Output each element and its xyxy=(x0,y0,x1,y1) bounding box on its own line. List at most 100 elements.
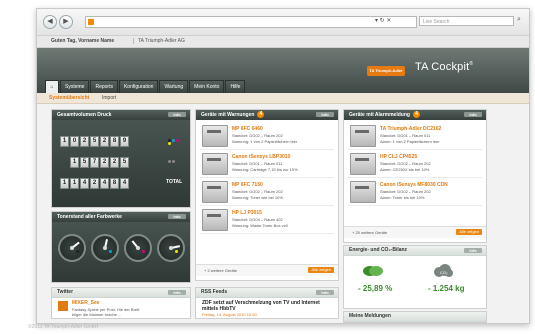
printer-image xyxy=(350,125,376,147)
forward-button[interactable]: ▶ xyxy=(59,15,73,29)
gauge-color-dot xyxy=(142,250,145,253)
panel-title: RSS Feeds xyxy=(201,289,228,295)
panel-info-button[interactable]: Info xyxy=(464,112,482,117)
warning-count-badge: 4 xyxy=(257,111,265,119)
counter-digit: 2 xyxy=(110,157,119,168)
copyright-text: ©2011 TA Triumph-Adler GmbH xyxy=(28,324,99,330)
show-all-button[interactable]: Alle zeigen xyxy=(456,229,482,235)
device-name[interactable]: TA Triumph-Adler DC2162 xyxy=(380,126,441,132)
rss-headline[interactable]: ZDF setzt auf Verschmelzung von TV und I… xyxy=(202,300,334,312)
device-item[interactable]: Canon iSensys MF8030 CDN Standort: DG02 … xyxy=(348,179,482,206)
device-status: Alarm: CE250X bis bei 10% xyxy=(380,167,430,172)
device-name[interactable]: Canon iSensys MF8030 CDN xyxy=(380,182,448,188)
counter-digit: 0 xyxy=(70,136,79,147)
device-name[interactable]: MP 6FC 6460 xyxy=(232,126,263,132)
panel-info-button[interactable]: Info xyxy=(168,290,186,295)
device-location: Standort: DG02 – Raum 202 xyxy=(380,189,431,194)
mono-channel-dots xyxy=(168,160,182,163)
counter-digit: 2 xyxy=(100,157,109,168)
device-location: Standort: DG02 – Raum 202 xyxy=(232,133,283,138)
counter-digit: 2 xyxy=(80,136,89,147)
tab-konfiguration[interactable]: Konfiguration xyxy=(118,80,159,93)
device-name[interactable]: MP 6FC 7150 xyxy=(232,182,263,188)
toner-gauge-yellow xyxy=(157,234,185,262)
device-item[interactable]: MP 6FC 7150 Standort: DG02 – Raum 202 Wa… xyxy=(200,179,334,206)
counter-digit: 2 xyxy=(100,136,109,147)
device-status: Warnung: Waste Toner Box voll xyxy=(232,223,288,228)
tab-hilfe[interactable]: Hilfe xyxy=(225,80,246,93)
search-icon[interactable]: ⌕ xyxy=(517,16,521,24)
tab-wartung[interactable]: Wartung xyxy=(159,80,189,93)
device-status: Warnung: 1 von 2 Papierfächern leer xyxy=(232,139,298,144)
counter-digit: 8 xyxy=(110,136,119,147)
back-button[interactable]: ◀ xyxy=(43,15,57,29)
device-name[interactable]: Canon iSensys LBP3010 xyxy=(232,154,290,160)
color-channel-dots xyxy=(168,139,182,145)
device-item[interactable]: TA Triumph-Adler DC2162 Standort: DG01 –… xyxy=(348,123,482,150)
alarms-panel: Geräte mit Alarmmeldung 4 Info TA Triumph-… xyxy=(343,109,487,243)
printer-image xyxy=(202,181,228,203)
toner-level-panel: Tonerstand aller Farbwerke Info xyxy=(51,211,191,283)
panel-info-button[interactable]: Info xyxy=(316,112,334,117)
tab-systeme[interactable]: Systeme xyxy=(60,80,90,93)
more-devices-text[interactable]: + 2 weitere Geräte xyxy=(204,268,237,273)
product-title: TA Cockpit® xyxy=(415,61,473,73)
browser-toolbar: ◀ ▶ ▾ ↻ ✕ Live Search ⌕ xyxy=(37,9,529,36)
color-dot xyxy=(176,139,179,142)
counter-digit: 7 xyxy=(90,157,99,168)
subnav-systemuebersicht[interactable]: Systemübersicht xyxy=(49,95,89,101)
tab-home[interactable]: ⌂ xyxy=(45,80,59,93)
tweet-author[interactable]: MIXER_See xyxy=(72,300,100,306)
product-name: TA Cockpit xyxy=(415,61,470,73)
device-name[interactable]: HP LJ P3015 xyxy=(232,210,262,216)
subnav-import[interactable]: Import xyxy=(102,95,116,101)
device-name[interactable]: HP CLJ CP4525 xyxy=(380,154,417,160)
panel-header: Geräte mit Warnungen 4 Info xyxy=(196,110,338,120)
device-status: Warnung: Toner wie bei 10% xyxy=(232,195,283,200)
tab-mein-konto[interactable]: Mein Konto xyxy=(189,80,225,93)
panel-info-button[interactable]: Info xyxy=(168,112,186,117)
print-volume-panel: Gesamtvolumen Druck Info 1 0 2 5 2 8 9 1 … xyxy=(51,109,191,208)
panel-info-button[interactable]: Info xyxy=(168,214,186,219)
search-input[interactable]: Live Search xyxy=(419,16,514,26)
refresh-stop-controls[interactable]: ▾ ↻ ✕ xyxy=(375,16,391,26)
panel-info-button[interactable]: Info xyxy=(316,290,334,295)
show-all-button[interactable]: Alle zeigen xyxy=(308,267,334,273)
gauge-cap xyxy=(136,246,140,250)
device-item[interactable]: HP LJ P3015 Standort: DG04 – Raum 402 Wa… xyxy=(200,207,334,234)
device-item[interactable]: HP CLJ CP4525 Standort: DG02 – Raum 202 … xyxy=(348,151,482,178)
panel-header: RSS Feeds Info xyxy=(196,288,338,298)
counter-digit: 5 xyxy=(90,136,99,147)
co2-cloud-icon: CO₂ xyxy=(434,264,453,277)
panel-header: Tonerstand aller Farbwerke Info xyxy=(52,212,190,222)
printer-image xyxy=(350,181,376,203)
address-bar[interactable] xyxy=(85,16,417,28)
gauge-color-dot xyxy=(175,250,178,253)
counter-digit: 1 xyxy=(60,178,69,189)
counter-row-total: 1 1 4 2 4 8 4 TOTAL xyxy=(60,176,183,190)
panel-info-button[interactable]: Info xyxy=(464,248,482,253)
counter-digit: 5 xyxy=(80,157,89,168)
panel-header: Twitter Info xyxy=(52,288,190,298)
co2-savings-value: - 1.254 kg xyxy=(428,284,465,293)
tab-reports[interactable]: Reports xyxy=(90,80,118,93)
color-dot xyxy=(168,142,171,145)
device-item[interactable]: Canon iSensys LBP3010 Standort: DG01 – R… xyxy=(200,151,334,178)
counter-digit: 1 xyxy=(70,178,79,189)
co2-label: CO₂ xyxy=(440,270,448,275)
site-favicon-icon xyxy=(88,19,94,25)
device-status: Warnung: Cartridge 7,15 bis zur 10% xyxy=(232,167,298,172)
gauge-cap xyxy=(169,246,173,250)
more-devices-text[interactable]: + 25 weitere Geräte xyxy=(352,230,387,235)
panel-title: Geräte mit Alarmmeldung xyxy=(349,112,410,118)
total-label: TOTAL xyxy=(166,179,183,185)
panel-title: Geräte mit Warnungen xyxy=(201,112,255,118)
counter-row-mono: 1 5 7 2 2 5 xyxy=(60,155,180,169)
main-tabs: ⌂ Systeme Reports Konfiguration Wartung … xyxy=(45,80,246,93)
device-item[interactable]: MP 6FC 6460 Standort: DG02 – Raum 202 Wa… xyxy=(200,123,334,150)
greeting-bar: Guten Tag, Vorname Name TA Triumph-Adler… xyxy=(37,36,529,48)
color-dot xyxy=(172,160,175,163)
counter-digit: 2 xyxy=(90,178,99,189)
panel-title: Tonerstand aller Farbwerke xyxy=(57,214,122,220)
trademark-sign: ® xyxy=(469,61,474,67)
